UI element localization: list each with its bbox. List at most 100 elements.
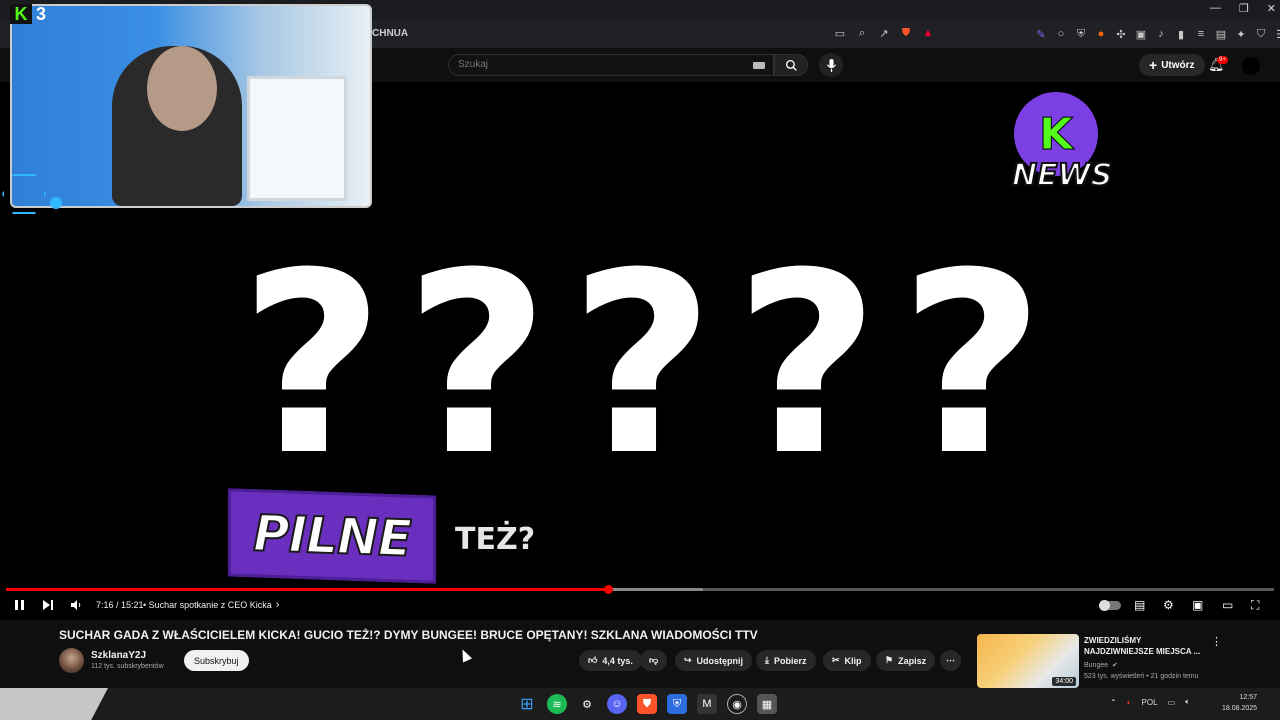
more-actions-button[interactable]: ⋯ [940, 650, 961, 671]
cast-icon[interactable]: ▭ [833, 26, 847, 40]
video-title: SUCHAR GADA Z WŁAŚCICIELEM KICKA! GUCIO … [59, 628, 758, 642]
kick-news-logo: K NEWS [1010, 92, 1113, 197]
app-icon[interactable]: ▦ [757, 694, 777, 714]
browser-tab-title[interactable]: CHNUA [372, 28, 408, 39]
brave-browser-icon[interactable]: ⛊ [637, 694, 657, 714]
next-button[interactable] [42, 594, 54, 616]
more-vertical-icon[interactable]: ⋮ [1211, 635, 1222, 648]
bookmark-icon: ⚑ [885, 655, 894, 665]
channel-avatar[interactable] [59, 648, 84, 673]
recommended-video-thumbnail[interactable]: 34:00 [977, 634, 1079, 688]
windows-start-icon[interactable]: ⊞ [517, 694, 537, 714]
network-icon[interactable]: ▭ [1168, 698, 1176, 707]
search-input[interactable] [458, 59, 738, 70]
sidebar-icon[interactable]: ▮ [1174, 27, 1188, 41]
question-mark: ? [239, 219, 385, 510]
chevron-up-icon[interactable]: ⌃ [1110, 698, 1117, 707]
keyboard-icon[interactable] [753, 62, 765, 69]
share-button[interactable]: ↪ Udostępnij [675, 650, 753, 671]
vpn-icon[interactable]: ⛉ [1254, 27, 1268, 41]
miniplayer-icon: ▣ [1192, 598, 1204, 612]
kick-logo-icon: K [10, 4, 32, 24]
window-controls: — ❐ ✕ [1210, 2, 1276, 15]
extension-icon[interactable]: ● [1094, 27, 1108, 41]
share-arrow-icon: ↪ [684, 655, 692, 665]
autoplay-toggle-icon [1099, 599, 1121, 611]
system-tray: ⌃ ◐ POL ▭ 🔈︎ [1110, 697, 1190, 707]
extension-icon[interactable]: ⛨ [1074, 27, 1088, 41]
settings-button[interactable]: ⚙ [1163, 594, 1174, 616]
speaker-icon[interactable]: 🔈︎ [1185, 697, 1190, 707]
question-mark: ? [404, 219, 550, 510]
brave-shield-icon[interactable]: ⛊ [899, 26, 913, 40]
search-button[interactable] [774, 54, 808, 76]
webcam-overlay [10, 4, 372, 208]
language-indicator[interactable]: POL [1142, 698, 1158, 707]
close-icon[interactable]: ✕ [1267, 2, 1276, 15]
taskbar-clock[interactable]: 12:57 18.08.2025 [1222, 692, 1257, 714]
menu-icon[interactable]: ☰ [1274, 27, 1280, 41]
subscribe-button[interactable]: Subskrybuj [184, 650, 249, 671]
progress-played [6, 588, 609, 591]
create-label: Utwórz [1161, 59, 1195, 71]
recommended-video-title[interactable]: ZWIEDZILIŚMY NAJDZIWNIEJSZE MIEJSCA ... [1084, 635, 1204, 657]
chapter-title[interactable]: • Suchar spotkanie z CEO Kicka › [143, 594, 279, 616]
discord-icon[interactable]: ☺ [607, 694, 627, 714]
chevron-right-icon: › [275, 599, 280, 611]
create-button[interactable]: + Utwórz [1139, 54, 1205, 76]
puzzle-icon[interactable]: ✣ [1114, 27, 1128, 41]
tray-app-icon[interactable]: ◐ [1127, 698, 1132, 707]
download-button[interactable]: ⤓ Pobierz [756, 650, 816, 671]
app-icon[interactable]: M [697, 694, 717, 714]
webcam-person-head [147, 46, 217, 131]
save-label: Zapisz [898, 655, 927, 666]
pilne-banner: PILNE [228, 488, 436, 584]
autoplay-toggle[interactable] [1099, 594, 1121, 616]
shield-app-icon[interactable]: ⛨ [667, 694, 687, 714]
subscriber-count: 112 tys. subskrybentów [91, 663, 164, 670]
spotify-icon[interactable]: ≋ [547, 694, 567, 714]
question-mark: ? [569, 219, 715, 510]
clip-button[interactable]: ✂ Klip [823, 650, 871, 671]
microphone-icon [826, 58, 836, 72]
voice-search-button[interactable] [819, 53, 843, 77]
leo-icon[interactable]: ✦ [1234, 27, 1248, 41]
download-icon: ⤓ [765, 655, 769, 665]
obs-icon[interactable]: ◉ [727, 694, 747, 714]
music-icon[interactable]: ♪ [1154, 27, 1168, 41]
taskbar-apps: ⊞ ≋ ⚙ ☺ ⛊ ⛨ M ◉ ▦ [517, 694, 777, 714]
extension-icon[interactable]: ✎ [1034, 27, 1048, 41]
question-mark: ? [734, 219, 880, 510]
miniplayer-button[interactable]: ▣ [1192, 594, 1203, 616]
pause-button[interactable] [14, 594, 26, 616]
zoom-icon[interactable]: ⌕ [855, 26, 869, 40]
like-button[interactable]: 👍︎ 4,4 tys. [579, 650, 642, 671]
theater-icon: ▭ [1222, 598, 1234, 612]
brave-rewards-icon[interactable]: ▲ [921, 26, 935, 40]
subtitles-button[interactable]: ▤ [1134, 594, 1145, 616]
restore-icon[interactable]: ❐ [1239, 2, 1249, 15]
extension-icon[interactable]: ○ [1054, 27, 1068, 41]
channel-name[interactable]: SzklanaY2J [91, 650, 146, 661]
volume-button[interactable] [70, 594, 82, 616]
news-logo-letter: K [1038, 108, 1074, 160]
reading-list-icon[interactable]: ≡ [1194, 27, 1208, 41]
dislike-button[interactable]: 👎︎ [640, 650, 668, 671]
plus-icon: + [1149, 57, 1158, 73]
webcam-dot-decoration [50, 197, 62, 209]
account-avatar[interactable] [1242, 57, 1260, 75]
subtitles-icon: ▤ [1134, 598, 1146, 612]
fullscreen-button[interactable]: ⛶ [1251, 594, 1259, 616]
progress-bar[interactable] [6, 585, 1274, 594]
minimize-icon[interactable]: — [1210, 2, 1221, 15]
search-box [448, 54, 774, 76]
wallet-icon[interactable]: ▤ [1214, 27, 1228, 41]
share-icon[interactable]: ↗ [877, 26, 891, 40]
extension-icon[interactable]: ▣ [1134, 27, 1148, 41]
clock-date: 18.08.2025 [1222, 705, 1258, 712]
save-button[interactable]: ⚑ Zapisz [876, 650, 936, 671]
steam-icon[interactable]: ⚙ [577, 694, 597, 714]
theater-mode-button[interactable]: ▭ [1222, 594, 1233, 616]
news-logo-text: NEWS [1011, 157, 1113, 194]
volume-icon [71, 600, 81, 610]
